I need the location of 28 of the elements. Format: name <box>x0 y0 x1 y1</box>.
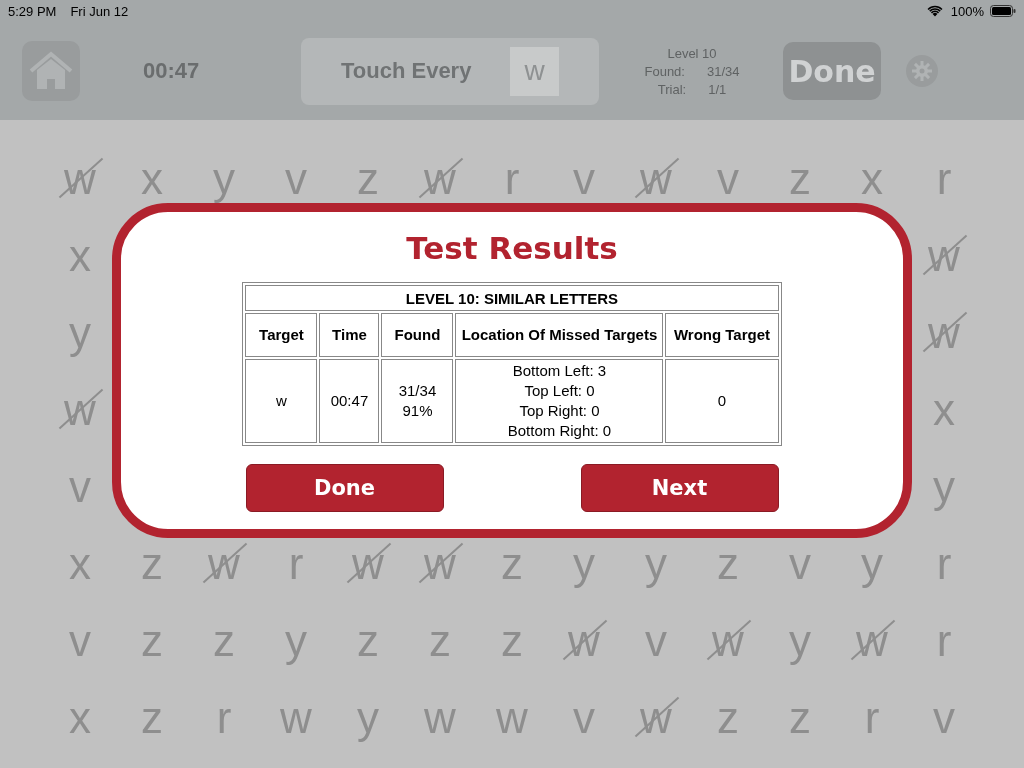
wifi-icon <box>926 5 943 17</box>
found-label: Found: <box>644 63 685 79</box>
next-button[interactable]: Next <box>580 464 779 512</box>
dialog-title: Test Results <box>406 230 618 266</box>
column-header: Wrong Target <box>665 313 779 357</box>
column-header: Found <box>381 313 454 357</box>
table-cell: 00:47 <box>319 359 380 443</box>
column-header: Target <box>245 313 318 357</box>
battery-percent: 100% <box>950 3 984 19</box>
table-cell: w <box>245 359 318 443</box>
table-caption: LEVEL 10: SIMILAR LETTERS <box>245 285 779 311</box>
column-header: Location Of Missed Targets <box>455 313 664 357</box>
table-cell: Bottom Left: 3 Top Left: 0 Top Right: 0 Bottom Right: 0 <box>455 359 664 443</box>
status-date: Fri Jun 12 <box>70 3 129 19</box>
battery-icon <box>990 5 1016 17</box>
level-label: Level 10 <box>667 45 717 61</box>
status-time: 5:29 PM <box>8 3 57 19</box>
table-cell: 31/34 91% <box>381 359 454 443</box>
done-button[interactable]: Done <box>783 42 881 100</box>
table-cell: 0 <box>665 359 779 443</box>
timer: 00:47 <box>143 58 201 84</box>
done-button[interactable]: Done <box>245 464 444 512</box>
found-value: 31/34 <box>706 63 740 79</box>
trial-value: 1/1 <box>708 81 727 97</box>
target-letter-tile: w <box>510 46 559 96</box>
trial-label: Trial: <box>657 81 687 97</box>
column-header: Time <box>319 313 380 357</box>
prompt-label: Touch Every <box>341 58 473 84</box>
